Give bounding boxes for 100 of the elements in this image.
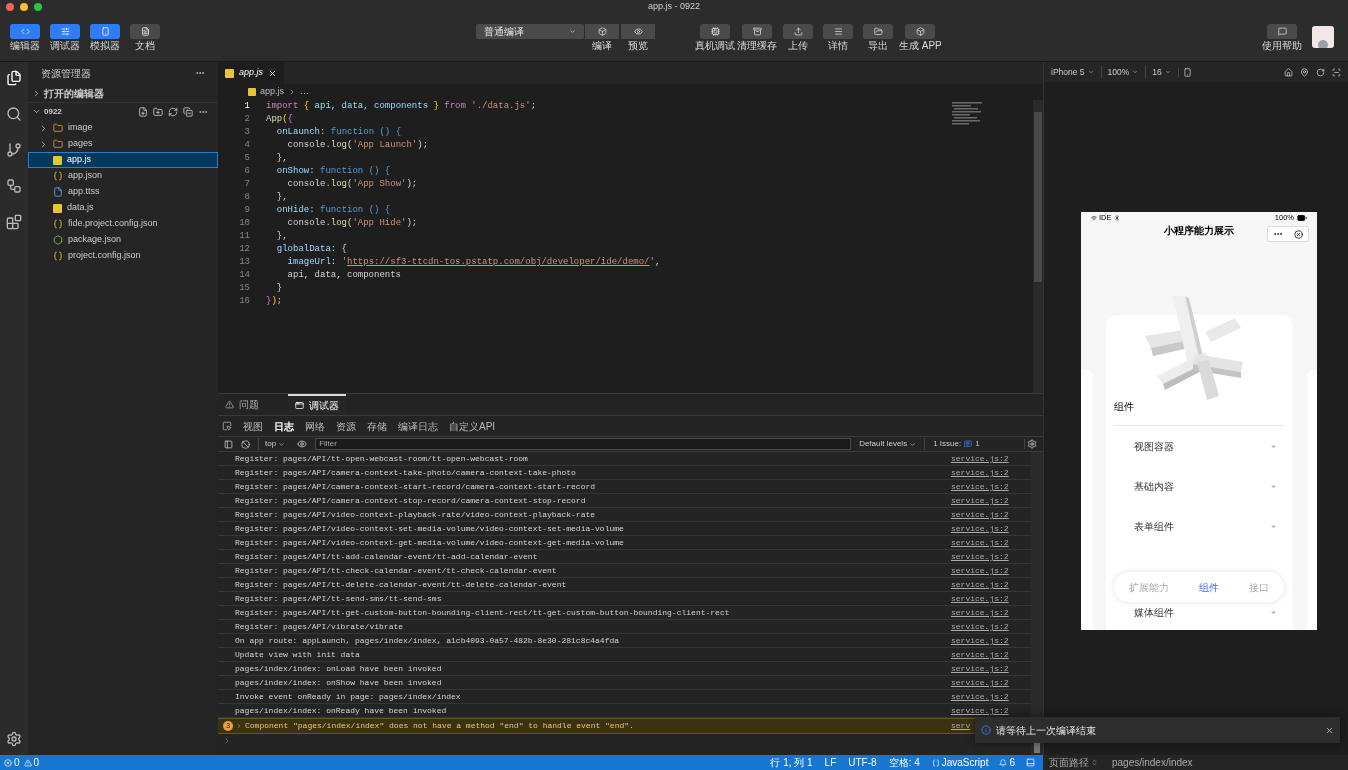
- project-header[interactable]: 0922: [32, 105, 62, 118]
- source-link[interactable]: service.js:2: [951, 592, 1023, 605]
- view-toggle[interactable]: 模拟器: [85, 24, 125, 51]
- minimize-window-button[interactable]: [20, 3, 28, 11]
- menu-item[interactable]: 媒体组件: [1114, 604, 1285, 621]
- eye-icon[interactable]: [297, 439, 308, 449]
- settings-icon[interactable]: [6, 731, 22, 747]
- source-link[interactable]: service.js:2: [951, 648, 1023, 661]
- devtools-tab[interactable]: 日志: [274, 418, 294, 434]
- home-icon[interactable]: [1284, 67, 1293, 77]
- close-icon[interactable]: [268, 68, 278, 78]
- font-size-dropdown[interactable]: 16: [1145, 65, 1171, 79]
- open-editors-header[interactable]: 打开的编辑器: [28, 84, 218, 102]
- file-tree-item[interactable]: data.js: [28, 200, 218, 216]
- panel-icon[interactable]: [1026, 758, 1035, 767]
- source-link[interactable]: service.js:2: [951, 494, 1023, 507]
- page-path-dropdown[interactable]: 页面路径: [1049, 757, 1098, 768]
- toolbar-action-button[interactable]: 详情: [818, 24, 858, 51]
- menu-item[interactable]: 基础内容: [1114, 478, 1285, 495]
- source-link[interactable]: service.js:2: [951, 522, 1023, 535]
- file-tree-item[interactable]: package.json: [28, 232, 218, 248]
- source-link[interactable]: service.js:2: [951, 550, 1023, 563]
- help-button[interactable]: 使用帮助: [1262, 24, 1302, 51]
- source-link[interactable]: service.js:2: [951, 606, 1023, 619]
- toolbar-action-button[interactable]: 上传: [778, 24, 818, 51]
- source-link[interactable]: service.js:2: [951, 704, 1023, 717]
- devtools-tab[interactable]: 存储: [367, 418, 387, 434]
- rotate-icon[interactable]: [1316, 67, 1325, 77]
- levels-dropdown[interactable]: Default levels: [859, 438, 917, 450]
- devtools-tab[interactable]: 自定义API: [449, 418, 496, 434]
- close-window-button[interactable]: [6, 3, 14, 11]
- location-icon[interactable]: [1300, 67, 1309, 77]
- editor-tab[interactable]: app.js: [218, 62, 285, 84]
- source-link[interactable]: service.js:2: [951, 634, 1023, 647]
- file-tree-item[interactable]: image: [28, 120, 218, 136]
- view-toggle[interactable]: 调试器: [45, 24, 85, 51]
- menu-item[interactable]: 表单组件: [1114, 518, 1285, 535]
- capsule-button[interactable]: [1267, 226, 1309, 243]
- file-tree-item[interactable]: app.ttss: [28, 184, 218, 200]
- device-dropdown[interactable]: iPhone 5: [1051, 65, 1094, 79]
- workflow-icon[interactable]: [6, 178, 22, 194]
- settings-icon[interactable]: [1024, 439, 1037, 449]
- breadcrumb-item[interactable]: …: [300, 85, 310, 99]
- source-link[interactable]: service.js:2: [951, 452, 1023, 465]
- tab-bar-item[interactable]: 组件: [1199, 579, 1219, 595]
- status-item[interactable]: 行 1, 列 1: [766, 757, 817, 768]
- toolbar-action-button[interactable]: 清理缓存: [736, 24, 778, 51]
- refresh-icon[interactable]: [168, 106, 178, 117]
- source-link[interactable]: service.js:2: [951, 536, 1023, 549]
- source-link[interactable]: service.js:2: [951, 676, 1023, 689]
- devtools-tab[interactable]: 编译日志: [398, 418, 438, 434]
- scan-icon[interactable]: [1332, 67, 1341, 77]
- devtools-tab[interactable]: 网络: [305, 418, 325, 434]
- zoom-dropdown[interactable]: 100%: [1100, 65, 1139, 79]
- bell-icon[interactable]: [999, 758, 1008, 767]
- close-icon[interactable]: [1325, 725, 1334, 735]
- status-item[interactable]: 空格: 4: [884, 757, 924, 768]
- status-item[interactable]: UTF-8: [844, 757, 881, 768]
- devtools-tab[interactable]: 资源: [336, 418, 356, 434]
- inspect-icon[interactable]: [222, 421, 232, 431]
- file-tree-item[interactable]: fide.project.config.json: [28, 216, 218, 232]
- source-link[interactable]: service.js:2: [951, 620, 1023, 633]
- breadcrumb-item[interactable]: app.js: [260, 85, 285, 99]
- new-file-icon[interactable]: [138, 106, 148, 117]
- compile-mode-dropdown[interactable]: 普通编译: [476, 24, 584, 39]
- zoom-window-button[interactable]: [34, 3, 42, 11]
- collapse-icon[interactable]: [183, 106, 193, 117]
- file-tree-item[interactable]: app.js: [28, 152, 218, 168]
- toolbar-action-button[interactable]: 导出: [858, 24, 898, 51]
- view-toggle[interactable]: 文档: [125, 24, 165, 51]
- source-link[interactable]: service.js:2: [951, 564, 1023, 577]
- clear-icon[interactable]: [241, 439, 250, 449]
- panel-tab[interactable]: 问题: [218, 394, 266, 415]
- source-link[interactable]: service.js:2: [951, 578, 1023, 591]
- devtools-tab[interactable]: 视图: [243, 418, 263, 434]
- toolbar-action-button[interactable]: 生成 APP: [898, 24, 943, 51]
- file-tree-item[interactable]: app.json: [28, 168, 218, 184]
- menu-item[interactable]: 视图容器: [1114, 438, 1285, 455]
- search-icon[interactable]: [6, 106, 22, 122]
- toolbar-action-button[interactable]: 真机调试: [694, 24, 736, 51]
- files-icon[interactable]: [6, 70, 22, 86]
- filter-field[interactable]: Filter: [315, 438, 852, 450]
- source-link[interactable]: service.js:2: [951, 466, 1023, 479]
- source-link[interactable]: service.js:2: [951, 480, 1023, 493]
- status-item[interactable]: JavaScript: [927, 757, 993, 768]
- status-item[interactable]: LF: [820, 757, 841, 768]
- file-tree-item[interactable]: pages: [28, 136, 218, 152]
- source-link[interactable]: service.js:2: [951, 508, 1023, 521]
- view-toggle[interactable]: 编辑器: [5, 24, 45, 51]
- phone-icon[interactable]: [1177, 67, 1192, 77]
- new-folder-icon[interactable]: [153, 106, 163, 117]
- source-link[interactable]: service.js:2: [951, 662, 1023, 675]
- issues-button[interactable]: 1 Issue: 1: [924, 438, 980, 450]
- source-link[interactable]: service.js:2: [951, 690, 1023, 703]
- expand-icon[interactable]: [236, 723, 242, 729]
- branch-icon[interactable]: [6, 142, 22, 158]
- context-dropdown[interactable]: top: [258, 438, 286, 450]
- blocks-icon[interactable]: [6, 214, 22, 230]
- file-tree-item[interactable]: project.config.json: [28, 248, 218, 264]
- sidebar-toggle-icon[interactable]: [224, 439, 233, 449]
